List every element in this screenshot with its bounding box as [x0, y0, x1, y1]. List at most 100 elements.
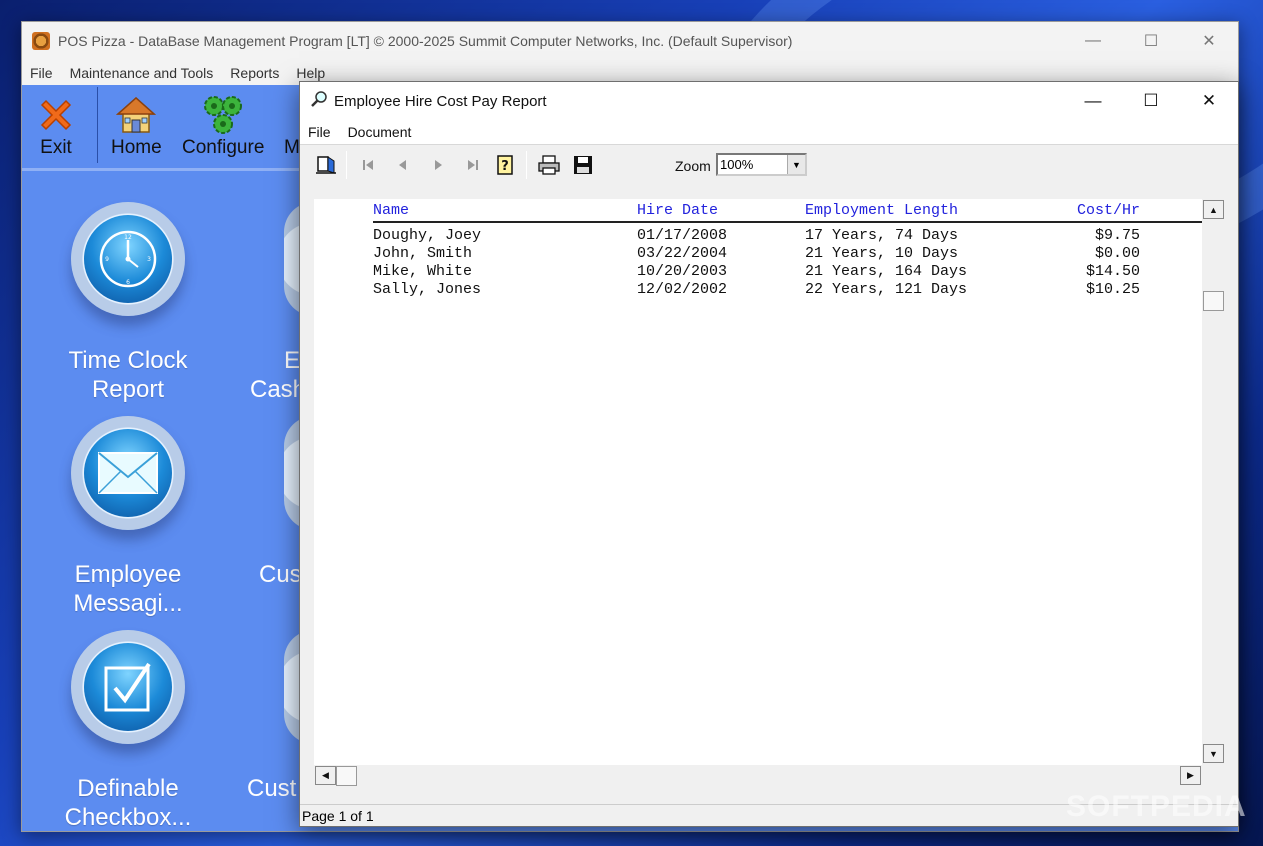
- report-menu-file[interactable]: File: [308, 124, 331, 140]
- table-row: John, Smith 03/22/2004 21 Years, 10 Days…: [373, 245, 1203, 263]
- cell-hire-date: 03/22/2004: [637, 245, 728, 262]
- magnifier-icon: [310, 90, 328, 112]
- horizontal-scroll-thumb[interactable]: [336, 766, 357, 786]
- exit-button[interactable]: Exit: [36, 93, 76, 159]
- report-header-row: Name Hire Date Employment Length Cost/Hr: [373, 199, 1203, 223]
- scroll-up-icon[interactable]: ▲: [1203, 200, 1224, 219]
- partial-tile-label: Cust: [247, 775, 297, 802]
- cell-name: Mike, White: [373, 263, 473, 280]
- scroll-left-icon[interactable]: ◀: [315, 766, 336, 785]
- cell-name: John, Smith: [373, 245, 473, 262]
- report-maximize-button[interactable]: ☐: [1122, 82, 1180, 120]
- menu-help[interactable]: Help: [296, 65, 325, 81]
- cell-employment-length: 21 Years, 10 Days: [805, 245, 959, 262]
- exit-label: Exit: [40, 137, 72, 158]
- cell-name: Sally, Jones: [373, 281, 482, 298]
- home-button[interactable]: Home: [111, 93, 162, 159]
- partial-toolbar-button[interactable]: M: [284, 93, 300, 159]
- pizza-app-icon: [32, 32, 50, 50]
- report-window: Employee Hire Cost Pay Report — ☐ ✕ File…: [299, 81, 1239, 827]
- open-book-icon[interactable]: [314, 153, 338, 177]
- report-page: Name Hire Date Employment Length Cost/Hr…: [314, 199, 1203, 765]
- main-window-title: POS Pizza - DataBase Management Program …: [58, 33, 793, 49]
- last-page-icon[interactable]: [461, 153, 485, 177]
- report-minimize-button[interactable]: —: [1064, 82, 1122, 120]
- vertical-scrollbar[interactable]: ▲ ▼: [1202, 199, 1225, 765]
- configure-button[interactable]: Configure: [182, 93, 264, 159]
- main-maximize-button[interactable]: ☐: [1122, 22, 1180, 60]
- column-header-hire-date: Hire Date: [637, 202, 719, 219]
- main-close-button[interactable]: ✕: [1180, 22, 1238, 60]
- tile-label-line1: Employee: [74, 561, 182, 588]
- report-titlebar: Employee Hire Cost Pay Report — ☐ ✕: [300, 82, 1238, 120]
- report-menubar: File Document: [300, 120, 1238, 144]
- main-toolbar: Exit Home Configure M: [22, 85, 322, 171]
- prev-page-icon[interactable]: [391, 153, 415, 177]
- tile-label-line1: Time Clock: [68, 347, 188, 374]
- cell-hire-date: 12/02/2002: [637, 281, 728, 298]
- cell-name: Doughy, Joey: [373, 227, 482, 244]
- menu-reports[interactable]: Reports: [230, 65, 279, 81]
- watermark: SOFTPEDIA: [1066, 790, 1247, 823]
- page-status: Page 1 of 1: [302, 807, 374, 824]
- tile-definable-checkbox[interactable]: Definable Checkbox...: [38, 630, 218, 832]
- tile-label-line1: Definable: [77, 775, 179, 802]
- toolbar-separator: [526, 151, 527, 179]
- table-row: Sally, Jones 12/02/2002 22 Years, 121 Da…: [373, 281, 1203, 299]
- cell-cost-per-hour: $10.25: [1085, 281, 1140, 298]
- envelope-icon: [84, 429, 172, 517]
- column-header-employment-length: Employment Length: [805, 202, 959, 219]
- tile-label-line2: Messagi...: [73, 590, 183, 617]
- first-page-icon[interactable]: [356, 153, 380, 177]
- tile-time-clock-report[interactable]: 12 3 6 9 Time Clock Report: [38, 202, 218, 404]
- gears-icon: [201, 93, 245, 137]
- column-header-cost-per-hour: Cost/Hr: [1076, 202, 1140, 219]
- save-icon[interactable]: [571, 153, 595, 177]
- main-minimize-button[interactable]: —: [1064, 22, 1122, 60]
- cell-employment-length: 22 Years, 121 Days: [805, 281, 968, 298]
- toolbar-separator: [97, 87, 98, 163]
- column-header-name: Name: [373, 202, 410, 219]
- cell-cost-per-hour: $0.00: [1094, 245, 1140, 262]
- table-row: Doughy, Joey 01/17/2008 17 Years, 74 Day…: [373, 227, 1203, 245]
- configure-label: Configure: [182, 137, 265, 158]
- toolbar-separator: [346, 151, 347, 179]
- cell-cost-per-hour: $9.75: [1094, 227, 1140, 244]
- tile-label-line2: Report: [91, 376, 165, 403]
- report-toolbar: ? Zoom 100% ▼: [300, 144, 1238, 184]
- vertical-scroll-thumb[interactable]: [1203, 291, 1224, 311]
- main-titlebar: POS Pizza - DataBase Management Program …: [22, 22, 1238, 60]
- scroll-down-icon[interactable]: ▼: [1203, 744, 1224, 763]
- horizontal-scrollbar[interactable]: ◀ ▶: [314, 765, 1202, 787]
- zoom-value: 100%: [720, 157, 754, 172]
- svg-text:6: 6: [126, 279, 130, 286]
- tile-employee-messaging[interactable]: Employee Messagi...: [38, 416, 218, 618]
- partial-tile-label: Cus: [259, 561, 302, 588]
- zoom-select[interactable]: 100% ▼: [716, 153, 807, 176]
- cell-hire-date: 10/20/2003: [637, 263, 728, 280]
- print-icon[interactable]: [537, 153, 561, 177]
- house-icon: [115, 93, 157, 137]
- report-table: Name Hire Date Employment Length Cost/Hr…: [373, 199, 1203, 299]
- menu-maintenance-and-tools[interactable]: Maintenance and Tools: [70, 65, 214, 81]
- report-close-button[interactable]: ✕: [1180, 82, 1238, 120]
- next-page-icon[interactable]: [426, 153, 450, 177]
- svg-text:3: 3: [147, 256, 151, 263]
- cell-hire-date: 01/17/2008: [637, 227, 728, 244]
- zoom-label: Zoom: [675, 158, 711, 174]
- cell-cost-per-hour: $14.50: [1085, 263, 1140, 280]
- cell-employment-length: 17 Years, 74 Days: [805, 227, 959, 244]
- scroll-right-icon[interactable]: ▶: [1180, 766, 1201, 785]
- help-icon[interactable]: ?: [493, 153, 517, 177]
- partial-toolbar-label: M: [284, 137, 300, 158]
- cell-employment-length: 21 Years, 164 Days: [805, 263, 968, 280]
- exit-x-icon: [36, 93, 76, 137]
- svg-text:12: 12: [124, 234, 132, 241]
- checkbox-icon: [84, 643, 172, 731]
- report-menu-document[interactable]: Document: [348, 124, 412, 140]
- report-window-title: Employee Hire Cost Pay Report: [334, 92, 547, 110]
- menu-file[interactable]: File: [30, 65, 53, 81]
- chevron-down-icon[interactable]: ▼: [787, 155, 805, 174]
- svg-text:9: 9: [105, 256, 109, 263]
- svg-text:?: ?: [501, 159, 509, 174]
